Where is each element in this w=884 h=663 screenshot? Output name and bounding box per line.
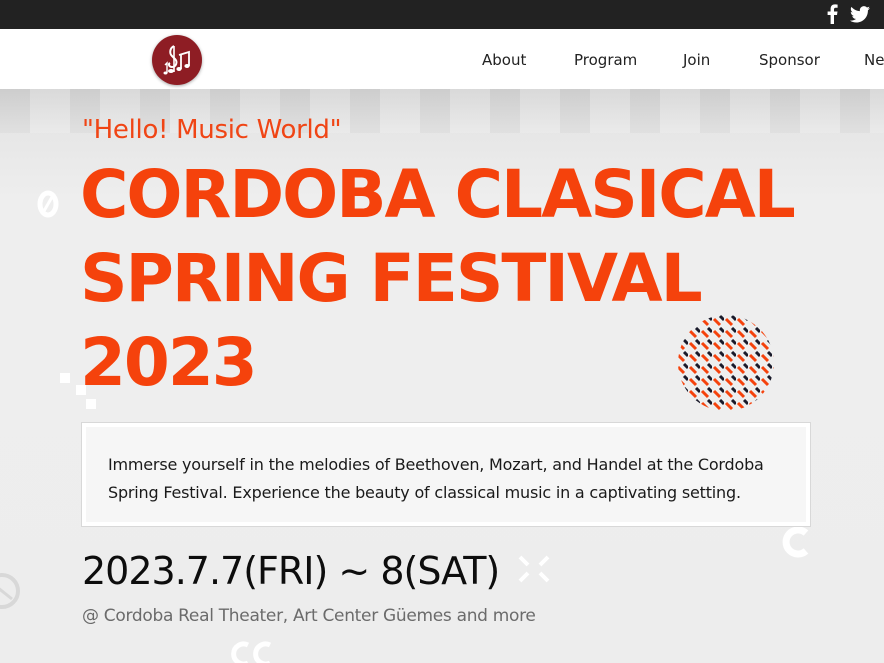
music-notes-icon [163,45,190,75]
hero-title-line-2: SPRING FESTIVAL [80,240,703,317]
festival-venue: @ Cordoba Real Theater, Art Center Güeme… [82,606,536,626]
zero-glyph-decoration [37,190,59,218]
top-bar [0,0,884,29]
nav-item-news[interactable]: Ne [864,51,884,69]
social-links [826,4,870,24]
twitter-icon[interactable] [850,5,870,23]
facebook-icon[interactable] [826,4,838,24]
hero-title-line-1: CORDOBA CLASICAL [80,156,796,233]
hero-title-line-3: 2023 [80,324,258,401]
nav-item-about[interactable]: About [482,51,526,69]
festival-dates: 2023.7.7(FRI) ~ 8(SAT) [82,549,500,593]
nav-item-program[interactable]: Program [574,51,637,69]
nav-item-join[interactable]: Join [683,51,710,69]
ring-decoration [0,573,20,609]
site-logo[interactable] [152,35,202,85]
double-c-decoration [231,641,272,663]
c-glyph-decoration [782,526,809,558]
nav-bar: About Program Join Sponsor Ne [0,29,884,89]
description-box: Immerse yourself in the melodies of Beet… [81,422,811,527]
hero-title: CORDOBA CLASICAL SPRING FESTIVAL 2023 [80,153,796,405]
nav-item-sponsor[interactable]: Sponsor [759,51,820,69]
hero-subtitle: "Hello! Music World" [82,115,342,145]
cross-decoration [518,555,550,583]
hero-section: "Hello! Music World" CORDOBA CLASICAL SP… [0,89,884,663]
description-text: Immerse yourself in the melodies of Beet… [108,455,764,502]
